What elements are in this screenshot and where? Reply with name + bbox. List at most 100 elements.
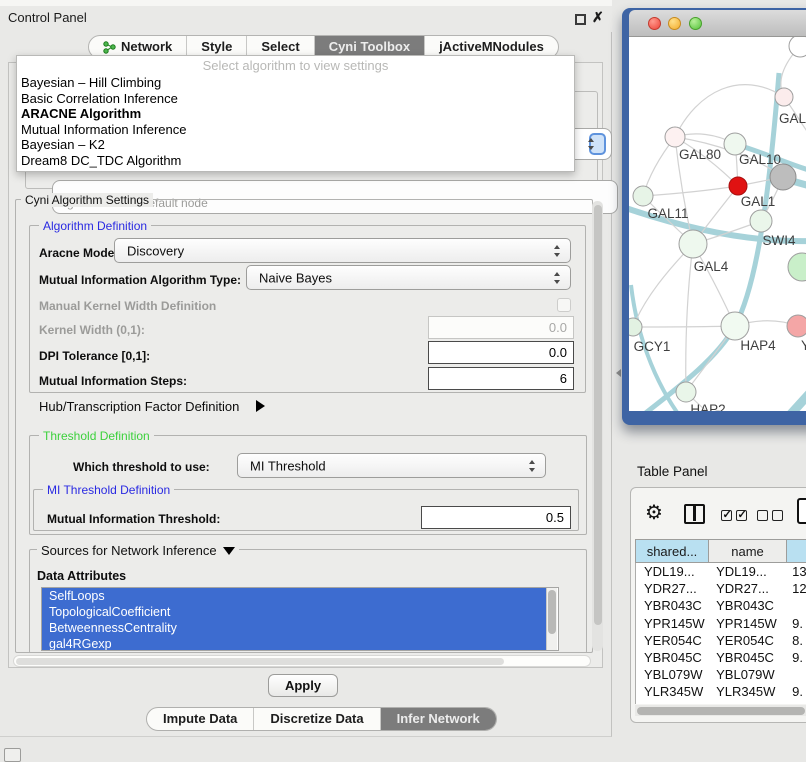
network-window-titlebar[interactable] — [629, 10, 806, 37]
hub-definition-toggle[interactable]: Hub/Transcription Factor Definition — [39, 399, 239, 414]
network-node-gal11[interactable] — [633, 186, 653, 206]
settings-vertical-scrollbar[interactable] — [592, 201, 603, 651]
table-cell: 0. — [784, 701, 806, 705]
network-node-hap4[interactable] — [721, 312, 749, 340]
mi-threshold-field[interactable] — [421, 506, 571, 529]
column-header[interactable]: shared... — [635, 539, 709, 563]
network-node-gcy1[interactable] — [629, 318, 642, 336]
table-horizontal-scrollbar[interactable] — [635, 705, 806, 716]
table-cell: YBL079W — [708, 666, 784, 683]
network-graph[interactable]: GALGAL80GAL10GAL1GAL11SWI4GAL4GCY1HAP4YH… — [629, 37, 806, 411]
data-attributes-list[interactable]: SelfLoopsTopologicalCoefficientBetweenne… — [41, 587, 559, 651]
network-view-window: GALGAL80GAL10GAL1GAL11SWI4GAL4GCY1HAP4YH… — [622, 8, 806, 425]
data-attributes-title: Data Attributes — [37, 569, 126, 583]
table-cell: YDR27... — [708, 580, 784, 597]
table-cell — [784, 597, 806, 614]
table-row[interactable]: YPR145WYPR145W9. — [636, 615, 806, 632]
new-table-icon[interactable] — [797, 498, 806, 524]
table-row[interactable]: YDR27...YDR27...12 — [636, 580, 806, 597]
apply-button[interactable]: Apply — [268, 674, 338, 697]
network-edge — [779, 383, 806, 411]
algorithm-option[interactable]: Bayesian – K2 — [17, 137, 574, 153]
table-cell: 8. — [784, 632, 806, 649]
network-canvas[interactable]: GALGAL80GAL10GAL1GAL11SWI4GAL4GCY1HAP4YH… — [629, 37, 806, 411]
table-cell: 12 — [784, 580, 806, 597]
dropdown-prompt: Select algorithm to view settings — [17, 56, 574, 75]
data-attribute-item[interactable]: TopologicalCoefficient — [42, 604, 546, 620]
algorithm-option[interactable]: Bayesian – Hill Climbing — [17, 75, 574, 91]
panel-divider-grip[interactable] — [614, 367, 622, 378]
network-node[interactable] — [788, 253, 806, 281]
attribute-list-scrollbar[interactable] — [546, 588, 557, 650]
data-attribute-item[interactable]: gal4RGexp — [42, 636, 546, 651]
table-cell: YBR043C — [636, 597, 708, 614]
table-cell: YDL19... — [636, 563, 708, 580]
network-node-gal[interactable] — [775, 88, 793, 106]
gear-icon[interactable]: ⚙ — [645, 500, 663, 525]
table-panel-title: Table Panel — [637, 464, 708, 479]
collapse-arrow-icon[interactable] — [223, 547, 235, 555]
tab-discretize-data[interactable]: Discretize Data — [253, 708, 379, 730]
mi-type-combobox[interactable]: Naive Bayes — [246, 265, 571, 290]
network-node-gal4[interactable] — [679, 230, 707, 258]
network-node-hap2[interactable] — [676, 382, 696, 402]
network-node-swi4[interactable] — [750, 210, 772, 232]
hide-panel-button[interactable] — [4, 748, 21, 762]
expand-arrow-icon[interactable] — [256, 400, 265, 412]
mi-type-label: Mutual Information Algorithm Type: — [39, 273, 241, 287]
mac-minimize-button[interactable] — [668, 17, 681, 30]
algorithm-option[interactable]: Basic Correlation Inference — [17, 91, 574, 107]
dropdown-list: Bayesian – Hill ClimbingBasic Correlatio… — [17, 75, 574, 168]
data-attribute-item[interactable]: SelfLoops — [42, 588, 546, 604]
algorithm-option[interactable]: ARACNE Algorithm — [17, 106, 574, 122]
table-row[interactable]: YBL079WYBL079W — [636, 666, 806, 683]
mac-zoom-button[interactable] — [689, 17, 702, 30]
settings-horizontal-scrollbar[interactable] — [13, 655, 591, 667]
column-header[interactable]: A — [787, 539, 806, 563]
table-cell: 9. — [784, 683, 806, 700]
mi-steps-field[interactable] — [428, 367, 574, 390]
data-attribute-item[interactable]: BetweennessCentrality — [42, 620, 546, 636]
kernel-width-field[interactable] — [428, 316, 574, 339]
table-cell: YLR345W — [708, 683, 784, 700]
node-label: GAL10 — [739, 152, 781, 167]
network-node[interactable] — [770, 164, 796, 190]
combobox-spinner-focused[interactable] — [589, 133, 606, 155]
mac-close-button[interactable] — [648, 17, 661, 30]
select-all-icon[interactable] — [721, 510, 747, 521]
table-row[interactable]: YBR043CYBR043C — [636, 597, 806, 614]
network-node-y[interactable] — [787, 315, 806, 337]
scrollbar-thumb[interactable] — [16, 658, 504, 665]
sources-toggle[interactable]: Sources for Network Inference — [37, 543, 239, 558]
table-row[interactable]: YIL052CYIL052C0. — [636, 701, 806, 705]
scrollbar-thumb[interactable] — [637, 707, 805, 715]
table-row[interactable]: YBR045CYBR045C9. — [636, 649, 806, 666]
network-node-gal80[interactable] — [665, 127, 685, 147]
node-label: GAL — [779, 111, 806, 126]
columns-icon[interactable] — [684, 504, 705, 524]
network-edge — [633, 326, 735, 327]
dpi-tolerance-field[interactable] — [428, 341, 574, 364]
table-row[interactable]: YER054CYER054C8. — [636, 632, 806, 649]
tab-infer-network[interactable]: Infer Network — [380, 708, 496, 730]
close-icon[interactable]: ✗ — [592, 9, 604, 26]
scrollbar-thumb[interactable] — [594, 205, 602, 625]
mi-threshold-title: MI Threshold Definition — [43, 483, 174, 497]
network-node[interactable] — [789, 37, 806, 57]
algorithm-option[interactable]: Mutual Information Inference — [17, 122, 574, 138]
deselect-all-icon[interactable] — [757, 510, 783, 521]
which-threshold-combobox[interactable]: MI Threshold — [237, 453, 546, 478]
scrollbar-thumb[interactable] — [548, 590, 556, 634]
tab-impute-data[interactable]: Impute Data — [147, 708, 253, 730]
column-header[interactable]: name — [709, 539, 787, 563]
float-window-icon[interactable] — [575, 14, 586, 25]
network-node-gal1[interactable] — [729, 177, 747, 195]
table-cell: YER054C — [636, 632, 708, 649]
algorithm-option[interactable]: Dream8 DC_TDC Algorithm — [17, 153, 574, 169]
aracne-mode-combobox[interactable]: Discovery — [114, 238, 571, 263]
network-edge — [686, 244, 693, 392]
table-row[interactable]: YDL19...YDL19...13 — [636, 563, 806, 580]
table-row[interactable]: YLR345WYLR345W9. — [636, 683, 806, 700]
table-cell: YBR045C — [708, 649, 784, 666]
manual-kernel-checkbox[interactable] — [557, 298, 571, 312]
